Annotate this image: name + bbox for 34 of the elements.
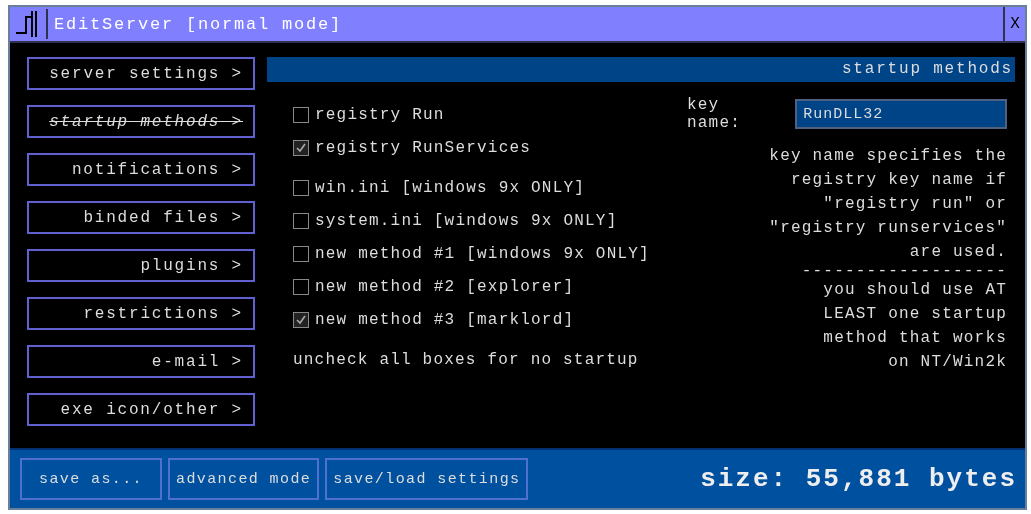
checkbox[interactable] — [293, 246, 309, 262]
option-label: new method #1 [windows 9x ONLY] — [315, 245, 650, 263]
nav-button[interactable]: exe icon/other > — [27, 393, 255, 426]
nav-button[interactable]: e-mail > — [27, 345, 255, 378]
footer-button[interactable]: save/load settings — [325, 458, 529, 500]
hint-text: uncheck all boxes for no startup — [293, 351, 640, 369]
checkbox[interactable] — [293, 312, 309, 328]
checkbox[interactable] — [293, 107, 309, 123]
nav-button[interactable]: binded files > — [27, 201, 255, 234]
option-label: system.ini [windows 9x ONLY] — [315, 212, 618, 230]
option-label: registry Run — [315, 106, 445, 124]
section-header: startup methods — [267, 57, 1015, 82]
checkbox[interactable] — [293, 140, 309, 156]
checkbox[interactable] — [293, 279, 309, 295]
warning-note: you should use AT LEAST one startup method that works on NT/Win2k — [823, 280, 1007, 373]
option-label: registry RunServices — [315, 139, 532, 157]
option-label: win.ini [windows 9x ONLY] — [315, 179, 586, 197]
checkbox[interactable] — [293, 213, 309, 229]
key-name-note: key name specifies the registry key name if "registry run" or "registry runservices" are used. — [769, 146, 1007, 263]
footer-button[interactable]: advanced mode — [168, 458, 320, 500]
nav-button[interactable]: startup methods > — [27, 105, 255, 138]
checkbox[interactable] — [293, 180, 309, 196]
size-text: size: 55,881 bytes — [700, 464, 1017, 494]
nav-button[interactable]: restrictions > — [27, 297, 255, 330]
footer-button[interactable]: save as... — [20, 458, 162, 500]
window-title: EditServer [normal mode] — [54, 14, 344, 34]
separator-text: ------------------- — [801, 264, 1007, 278]
key-name-field[interactable]: RunDLL32 — [795, 99, 1007, 129]
option-label: new method #2 [explorer] — [315, 278, 575, 296]
nav-button[interactable]: notifications > — [27, 153, 255, 186]
nav-button[interactable]: server settings > — [27, 57, 255, 90]
key-name-label: key name: — [687, 96, 742, 132]
option-label: new method #3 [marklord] — [315, 311, 575, 329]
nav-button[interactable]: plugins > — [27, 249, 255, 282]
